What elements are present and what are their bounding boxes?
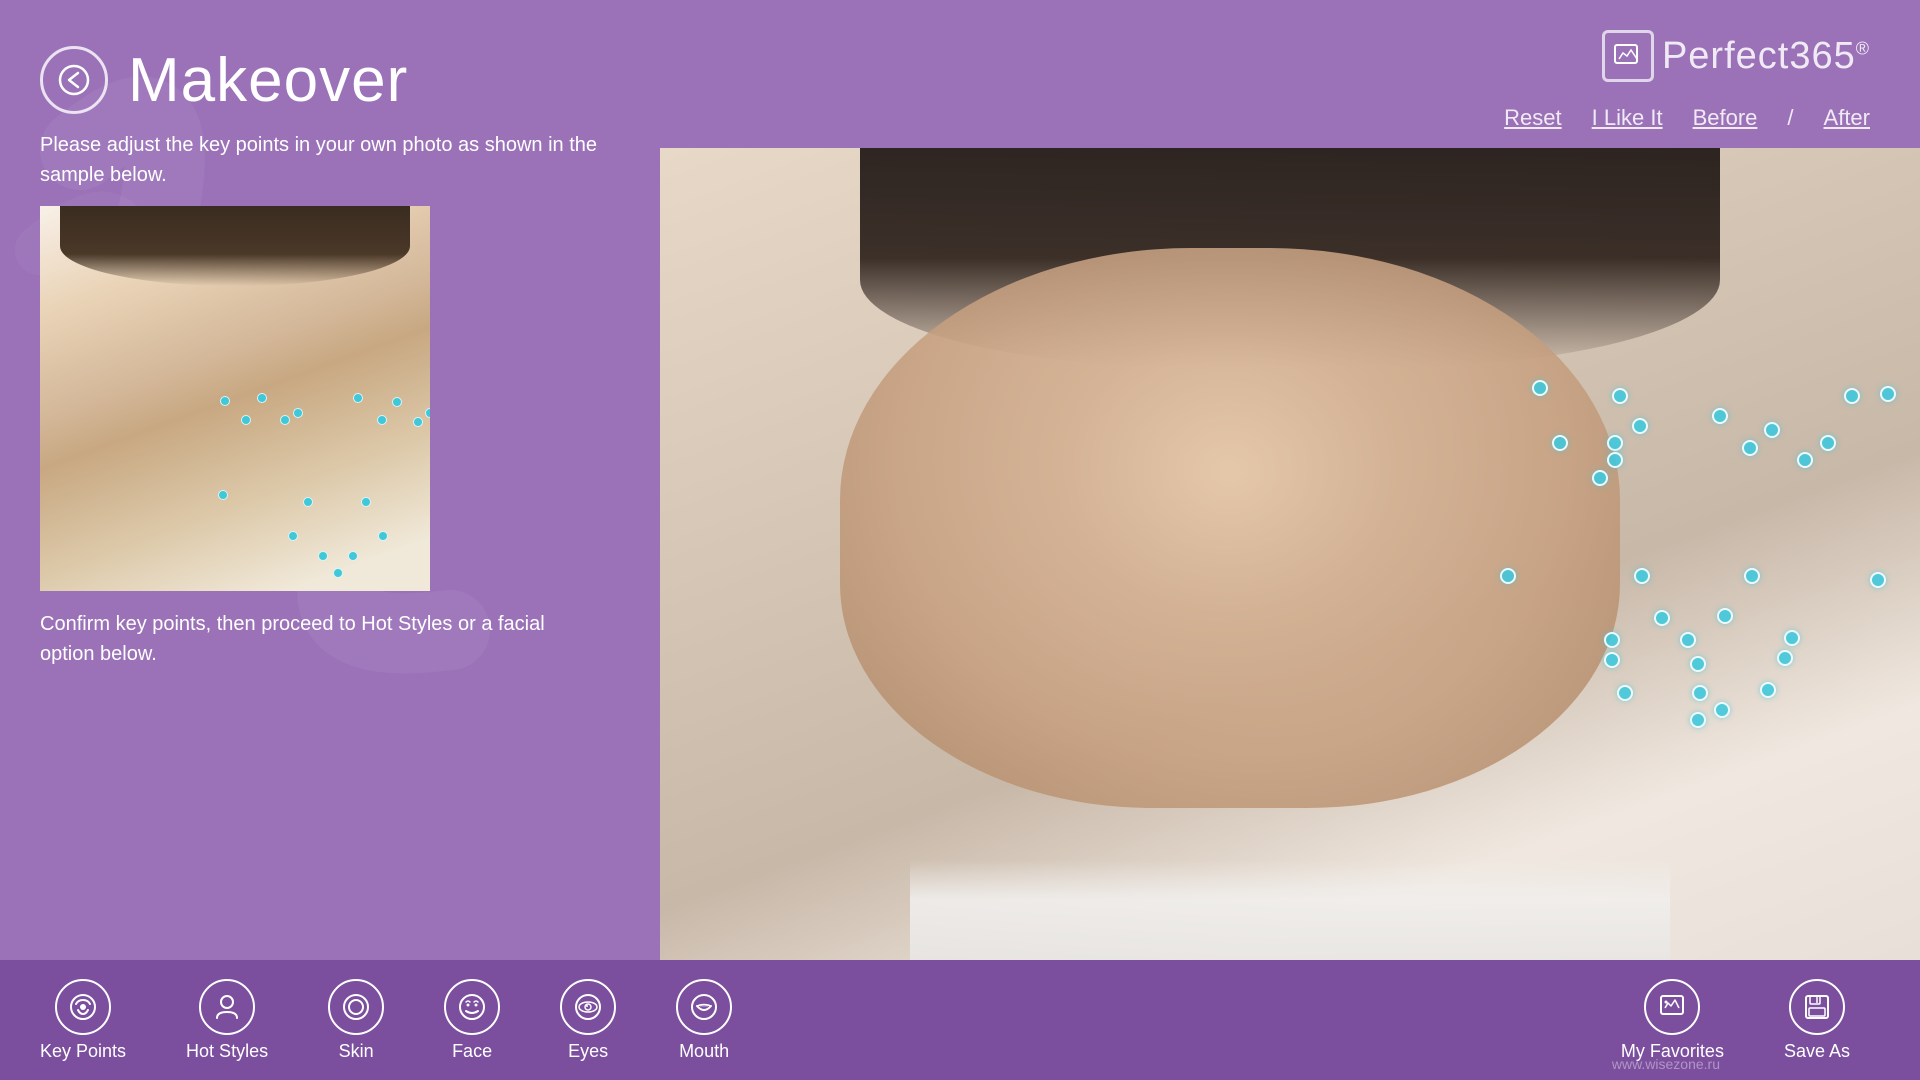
sample-face	[40, 206, 430, 591]
sample-keypoint[interactable]	[318, 551, 328, 561]
sample-keypoint[interactable]	[333, 568, 343, 578]
sample-keypoint[interactable]	[361, 497, 371, 507]
toolbar-left: Key Points Hot Styles Skin	[40, 979, 762, 1062]
eyes-label: Eyes	[568, 1041, 608, 1062]
after-link[interactable]: After	[1824, 105, 1870, 131]
sample-keypoint[interactable]	[392, 397, 402, 407]
main-keypoint[interactable]	[1632, 418, 1648, 434]
toolbar-right: My Favorites Save As	[1621, 979, 1880, 1062]
main-keypoint[interactable]	[1607, 452, 1623, 468]
sample-keypoint[interactable]	[425, 408, 430, 418]
instruction-text: Please adjust the key points in your own…	[40, 130, 600, 190]
sample-keypoint[interactable]	[218, 490, 228, 500]
sample-keypoint[interactable]	[353, 393, 363, 403]
sample-keypoint[interactable]	[288, 531, 298, 541]
i-like-it-link[interactable]: I Like It	[1592, 105, 1663, 131]
main-keypoint[interactable]	[1714, 702, 1730, 718]
confirm-text: Confirm key points, then proceed to Hot …	[40, 609, 600, 669]
main-keypoint[interactable]	[1634, 568, 1650, 584]
main-keypoint[interactable]	[1617, 685, 1633, 701]
watermark: www.wisezone.ru	[1612, 1056, 1720, 1072]
face-icon	[444, 979, 500, 1035]
main-keypoint[interactable]	[1880, 386, 1896, 402]
separator: /	[1787, 105, 1793, 131]
toolbar-item-hot-styles[interactable]: Hot Styles	[156, 979, 298, 1062]
main-keypoint[interactable]	[1604, 632, 1620, 648]
main-photo-area	[660, 148, 1920, 960]
main-photo	[660, 148, 1920, 960]
save-as-icon	[1789, 979, 1845, 1035]
hot-styles-icon	[199, 979, 255, 1035]
hot-styles-label: Hot Styles	[186, 1041, 268, 1062]
main-keypoint[interactable]	[1717, 608, 1733, 624]
main-keypoint[interactable]	[1612, 388, 1628, 404]
toolbar-item-key-points[interactable]: Key Points	[40, 979, 156, 1062]
sample-keypoint[interactable]	[377, 415, 387, 425]
logo-text: Perfect365®	[1662, 35, 1870, 78]
main-keypoint[interactable]	[1607, 435, 1623, 451]
skin-icon	[328, 979, 384, 1035]
face-label: Face	[452, 1041, 492, 1062]
main-keypoint[interactable]	[1777, 650, 1793, 666]
main-keypoint[interactable]	[1870, 572, 1886, 588]
key-points-label: Key Points	[40, 1041, 126, 1062]
sample-keypoint[interactable]	[220, 396, 230, 406]
main-keypoint[interactable]	[1742, 440, 1758, 456]
main-keypoint[interactable]	[1764, 422, 1780, 438]
main-keypoint[interactable]	[1692, 685, 1708, 701]
main-keypoint[interactable]	[1760, 682, 1776, 698]
sample-keypoint[interactable]	[378, 531, 388, 541]
reset-link[interactable]: Reset	[1504, 105, 1561, 131]
toolbar-item-eyes[interactable]: Eyes	[530, 979, 646, 1062]
sample-keypoint[interactable]	[413, 417, 423, 427]
toolbar-item-mouth[interactable]: Mouth	[646, 979, 762, 1062]
sample-keypoint[interactable]	[303, 497, 313, 507]
main-keypoint[interactable]	[1712, 408, 1728, 424]
main-keypoint[interactable]	[1604, 652, 1620, 668]
page-title: Makeover	[128, 45, 408, 116]
main-keypoint[interactable]	[1797, 452, 1813, 468]
action-links: Reset I Like It Before / After	[1504, 105, 1870, 131]
sample-keypoint[interactable]	[241, 415, 251, 425]
toolbar-item-my-favorites[interactable]: My Favorites	[1621, 979, 1754, 1062]
app-logo: Perfect365®	[1602, 30, 1870, 82]
main-keypoint[interactable]	[1690, 656, 1706, 672]
sample-keypoint[interactable]	[280, 415, 290, 425]
toolbar-item-save-as[interactable]: Save As	[1754, 979, 1880, 1062]
main-keypoint[interactable]	[1532, 380, 1548, 396]
key-points-icon	[55, 979, 111, 1035]
my-favorites-icon	[1644, 979, 1700, 1035]
main-keypoint[interactable]	[1592, 470, 1608, 486]
mouth-icon	[676, 979, 732, 1035]
main-keypoint[interactable]	[1680, 632, 1696, 648]
sample-keypoint[interactable]	[348, 551, 358, 561]
left-panel: Please adjust the key points in your own…	[40, 130, 600, 960]
back-button[interactable]	[40, 46, 108, 114]
toolbar-item-face[interactable]: Face	[414, 979, 530, 1062]
toolbar-item-skin[interactable]: Skin	[298, 979, 414, 1062]
logo-icon	[1602, 30, 1654, 82]
eyes-icon	[560, 979, 616, 1035]
main-keypoint[interactable]	[1552, 435, 1568, 451]
sample-keypoint[interactable]	[257, 393, 267, 403]
sample-keypoint[interactable]	[293, 408, 303, 418]
main-keypoint[interactable]	[1690, 712, 1706, 728]
sample-image	[40, 206, 430, 591]
main-keypoint[interactable]	[1500, 568, 1516, 584]
main-keypoint[interactable]	[1784, 630, 1800, 646]
skin-label: Skin	[339, 1041, 374, 1062]
main-keypoint[interactable]	[1654, 610, 1670, 626]
main-keypoint[interactable]	[1744, 568, 1760, 584]
mouth-label: Mouth	[679, 1041, 729, 1062]
before-link[interactable]: Before	[1693, 105, 1758, 131]
main-keypoint[interactable]	[1820, 435, 1836, 451]
save-as-label: Save As	[1784, 1041, 1850, 1062]
main-keypoint[interactable]	[1844, 388, 1860, 404]
